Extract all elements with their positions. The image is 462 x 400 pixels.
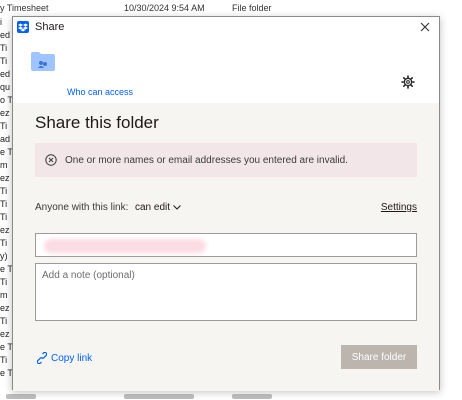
close-icon bbox=[420, 22, 430, 32]
bg-file-fragment: Ti bbox=[0, 43, 8, 53]
copy-link-label: Copy link bbox=[51, 352, 93, 364]
bg-file-fragment: o T bbox=[0, 95, 12, 105]
bg-file-fragment: ed bbox=[0, 30, 11, 40]
bg-file-fragment: ed bbox=[0, 69, 11, 79]
link-access-label: Anyone with this link: bbox=[35, 202, 129, 213]
background-bottom-row bbox=[0, 392, 462, 400]
bg-file-fragment: Ti bbox=[0, 277, 8, 287]
bg-file-fragment: m bbox=[0, 290, 8, 300]
page-title: Share this folder bbox=[35, 113, 159, 132]
link-permission-row: Anyone with this link: can edit Settings bbox=[35, 200, 417, 216]
dialog-body: Share this folder One or more names or e… bbox=[13, 103, 439, 391]
error-icon bbox=[45, 154, 57, 166]
bg-file-name: y Timesheet bbox=[0, 3, 49, 13]
link-settings-link[interactable]: Settings bbox=[381, 202, 417, 213]
bg-file-fragment: Ti bbox=[0, 56, 8, 66]
bg-file-fragment: ez bbox=[0, 303, 10, 313]
bg-file-fragment: e T bbox=[0, 368, 12, 378]
bg-file-fragment: ez bbox=[0, 173, 10, 183]
bg-file-fragment: m bbox=[0, 160, 8, 170]
chevron-down-icon bbox=[173, 205, 181, 210]
title-bar: Share bbox=[13, 17, 439, 37]
shared-folder-icon bbox=[31, 51, 55, 76]
bg-file-fragment: Ti bbox=[0, 212, 8, 222]
link-icon bbox=[37, 352, 47, 364]
background-right-area bbox=[440, 16, 462, 392]
window-title: Share bbox=[35, 21, 65, 33]
copy-link-button[interactable]: Copy link bbox=[37, 352, 92, 364]
dropbox-icon bbox=[17, 21, 29, 33]
bg-file-fragment: Ti bbox=[0, 355, 8, 365]
error-banner: One or more names or email addresses you… bbox=[35, 143, 417, 177]
bg-file-fragment: y) bbox=[0, 251, 8, 261]
bg-file-date: 10/30/2024 9:54 AM bbox=[124, 3, 205, 13]
bg-file-fragment: Ti bbox=[0, 186, 8, 196]
bg-file-fragment: Ti bbox=[0, 316, 8, 326]
permission-dropdown[interactable]: can edit bbox=[135, 202, 181, 213]
close-button[interactable] bbox=[417, 19, 433, 35]
bg-file-fragment: ad bbox=[0, 134, 11, 144]
gear-icon bbox=[401, 75, 415, 89]
bg-file-fragment: e T bbox=[0, 342, 12, 352]
bg-file-fragment: ez bbox=[0, 108, 10, 118]
background-file-row: y Timesheet 10/30/2024 9:54 AM File fold… bbox=[0, 0, 462, 16]
bg-file-fragment: Ti bbox=[0, 199, 8, 209]
background-file-list: i ed Ti Ti ed qu o T ez Ti ad e T m ez Ti Ti Ti ez Ti y) e … bbox=[0, 16, 12, 392]
dialog-header: Who can access bbox=[13, 37, 439, 103]
bg-file-fragment: Ti bbox=[0, 121, 8, 131]
bg-file-fragment: qu bbox=[0, 82, 11, 92]
error-message: One or more names or email addresses you… bbox=[65, 154, 348, 166]
bg-file-type: File folder bbox=[232, 3, 272, 13]
permission-value: can edit bbox=[135, 202, 171, 213]
bg-file-fragment: Ti bbox=[0, 238, 8, 248]
bg-file-fragment: ez bbox=[0, 329, 10, 339]
share-dialog: Share Who can access Share this folder O… bbox=[12, 16, 440, 391]
recipient-chip[interactable] bbox=[44, 239, 206, 253]
bg-file-fragment: e T bbox=[0, 264, 12, 274]
bg-file-fragment: i bbox=[0, 17, 2, 27]
bg-file-fragment: e T bbox=[0, 147, 12, 157]
note-field[interactable] bbox=[35, 263, 417, 321]
bg-file-fragment: ez bbox=[0, 225, 10, 235]
share-folder-button[interactable]: Share folder bbox=[341, 345, 417, 369]
recipient-input[interactable] bbox=[35, 233, 417, 257]
settings-button[interactable] bbox=[401, 75, 415, 89]
who-can-access-link[interactable]: Who can access bbox=[67, 87, 133, 97]
